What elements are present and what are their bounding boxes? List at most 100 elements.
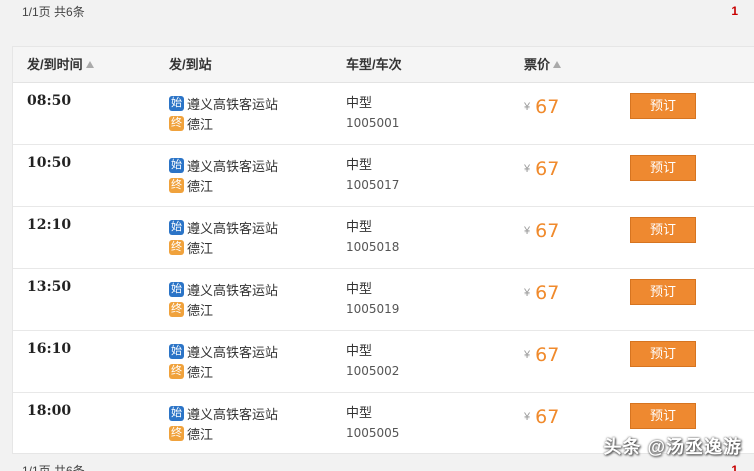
header-bus-type: 车型/车次 bbox=[346, 57, 402, 72]
sort-by-time-header[interactable]: 发/到时间 bbox=[27, 47, 94, 83]
sort-up-icon bbox=[553, 61, 562, 68]
header-time-label: 发/到时间 bbox=[27, 57, 83, 72]
start-station-icon: 始 bbox=[169, 219, 184, 235]
table-row: 10:50 始 遵义高铁客运站 终 德江 中型 1005017 ¥ 67 预订 bbox=[13, 145, 754, 207]
departure-station: 始 遵义高铁客运站 bbox=[169, 217, 278, 237]
currency-symbol: ¥ bbox=[524, 163, 531, 175]
arrival-station-name: 德江 bbox=[187, 178, 214, 194]
end-station-icon: 终 bbox=[169, 239, 184, 255]
departure-time: 10:50 bbox=[27, 155, 72, 171]
departure-station-name: 遵义高铁客运站 bbox=[187, 344, 279, 360]
departure-time: 18:00 bbox=[27, 403, 72, 419]
departure-station-name: 遵义高铁客运站 bbox=[187, 406, 279, 422]
stations: 始 遵义高铁客运站 终 德江 bbox=[169, 217, 278, 257]
price-amount: 67 bbox=[535, 344, 560, 366]
book-button[interactable]: 预订 bbox=[630, 155, 696, 181]
ticket-price: ¥ 67 bbox=[524, 403, 559, 431]
sort-by-price-header[interactable]: 票价 bbox=[524, 47, 562, 83]
ticket-price: ¥ 67 bbox=[524, 341, 559, 369]
departure-time: 16:10 bbox=[27, 341, 72, 357]
header-station: 发/到站 bbox=[169, 57, 212, 72]
arrival-station: 终 德江 bbox=[169, 299, 278, 319]
departure-time: 12:10 bbox=[27, 217, 72, 233]
bus-info: 中型 1005019 bbox=[346, 279, 399, 319]
arrival-station: 终 德江 bbox=[169, 237, 278, 257]
price-amount: 67 bbox=[535, 406, 560, 428]
book-button[interactable]: 预订 bbox=[630, 403, 696, 429]
start-station-icon: 始 bbox=[169, 95, 184, 111]
arrival-station-name: 德江 bbox=[187, 364, 214, 380]
stations: 始 遵义高铁客运站 终 德江 bbox=[169, 155, 278, 195]
start-station-icon: 始 bbox=[169, 405, 184, 421]
page-number-link-bottom[interactable]: 1 bbox=[731, 463, 738, 471]
price-amount: 67 bbox=[535, 158, 560, 180]
bus-number: 1005001 bbox=[346, 116, 400, 130]
price-amount: 67 bbox=[535, 220, 560, 242]
stations: 始 遵义高铁客运站 终 德江 bbox=[169, 341, 278, 381]
ticket-price: ¥ 67 bbox=[524, 279, 559, 307]
table-row: 13:50 始 遵义高铁客运站 终 德江 中型 1005019 ¥ 67 预订 bbox=[13, 269, 754, 331]
end-station-icon: 终 bbox=[169, 425, 184, 441]
book-button[interactable]: 预订 bbox=[630, 341, 696, 367]
arrival-station-name: 德江 bbox=[187, 302, 214, 318]
header-price-label: 票价 bbox=[524, 57, 551, 72]
bus-type: 中型 bbox=[346, 281, 373, 296]
bus-info: 中型 1005018 bbox=[346, 217, 399, 257]
arrival-station: 终 德江 bbox=[169, 361, 278, 381]
arrival-station-name: 德江 bbox=[187, 240, 214, 256]
book-button[interactable]: 预订 bbox=[630, 93, 696, 119]
bus-number: 1005002 bbox=[346, 364, 400, 378]
book-button[interactable]: 预订 bbox=[630, 279, 696, 305]
bus-info: 中型 1005017 bbox=[346, 155, 399, 195]
end-station-icon: 终 bbox=[169, 115, 184, 131]
currency-symbol: ¥ bbox=[524, 101, 531, 113]
departure-station: 始 遵义高铁客运站 bbox=[169, 403, 278, 423]
bus-info: 中型 1005001 bbox=[346, 93, 399, 133]
arrival-station: 终 德江 bbox=[169, 423, 278, 443]
bus-info: 中型 1005002 bbox=[346, 341, 399, 381]
stations: 始 遵义高铁客运站 终 德江 bbox=[169, 279, 278, 319]
end-station-icon: 终 bbox=[169, 363, 184, 379]
departure-station-name: 遵义高铁客运站 bbox=[187, 96, 279, 112]
sort-up-icon bbox=[85, 61, 94, 68]
stations: 始 遵义高铁客运站 终 德江 bbox=[169, 403, 278, 443]
start-station-icon: 始 bbox=[169, 343, 184, 359]
watermark: 头条 @汤丞逸游 bbox=[603, 437, 742, 457]
bus-number: 1005017 bbox=[346, 178, 400, 192]
departure-station-name: 遵义高铁客运站 bbox=[187, 158, 279, 174]
arrival-station: 终 德江 bbox=[169, 175, 278, 195]
departure-station-name: 遵义高铁客运站 bbox=[187, 220, 279, 236]
departure-station: 始 遵义高铁客运站 bbox=[169, 279, 278, 299]
bus-type: 中型 bbox=[346, 343, 373, 358]
book-button[interactable]: 预订 bbox=[630, 217, 696, 243]
arrival-station-name: 德江 bbox=[187, 116, 214, 132]
currency-symbol: ¥ bbox=[524, 349, 531, 361]
start-station-icon: 始 bbox=[169, 281, 184, 297]
departure-time: 13:50 bbox=[27, 279, 72, 295]
pager-top: 1/1页 共6条 1 bbox=[0, 0, 754, 22]
arrival-station: 终 德江 bbox=[169, 113, 278, 133]
price-amount: 67 bbox=[535, 96, 560, 118]
bus-type: 中型 bbox=[346, 219, 373, 234]
end-station-icon: 终 bbox=[169, 177, 184, 193]
arrival-station-name: 德江 bbox=[187, 426, 214, 442]
pager-info-bottom: 1/1页 共6条 bbox=[22, 463, 85, 471]
table-header: 发/到时间 发/到站 车型/车次 票价 bbox=[13, 47, 754, 83]
table-row: 16:10 始 遵义高铁客运站 终 德江 中型 1005002 ¥ 67 预订 bbox=[13, 331, 754, 393]
bus-type: 中型 bbox=[346, 405, 373, 420]
currency-symbol: ¥ bbox=[524, 225, 531, 237]
bus-type: 中型 bbox=[346, 95, 373, 110]
departure-time: 08:50 bbox=[27, 93, 72, 109]
ticket-price: ¥ 67 bbox=[524, 155, 559, 183]
pager-info: 1/1页 共6条 bbox=[22, 4, 85, 19]
bus-type: 中型 bbox=[346, 157, 373, 172]
stations: 始 遵义高铁客运站 终 德江 bbox=[169, 93, 278, 133]
bus-number: 1005019 bbox=[346, 302, 400, 316]
departure-station: 始 遵义高铁客运站 bbox=[169, 93, 278, 113]
page-number-link[interactable]: 1 bbox=[731, 4, 738, 18]
ticket-price: ¥ 67 bbox=[524, 93, 559, 121]
departure-station: 始 遵义高铁客运站 bbox=[169, 341, 278, 361]
table-row: 12:10 始 遵义高铁客运站 终 德江 中型 1005018 ¥ 67 预订 bbox=[13, 207, 754, 269]
start-station-icon: 始 bbox=[169, 157, 184, 173]
schedule-table: 发/到时间 发/到站 车型/车次 票价 08:50 始 遵义高铁客运站 终 德江… bbox=[12, 46, 754, 454]
